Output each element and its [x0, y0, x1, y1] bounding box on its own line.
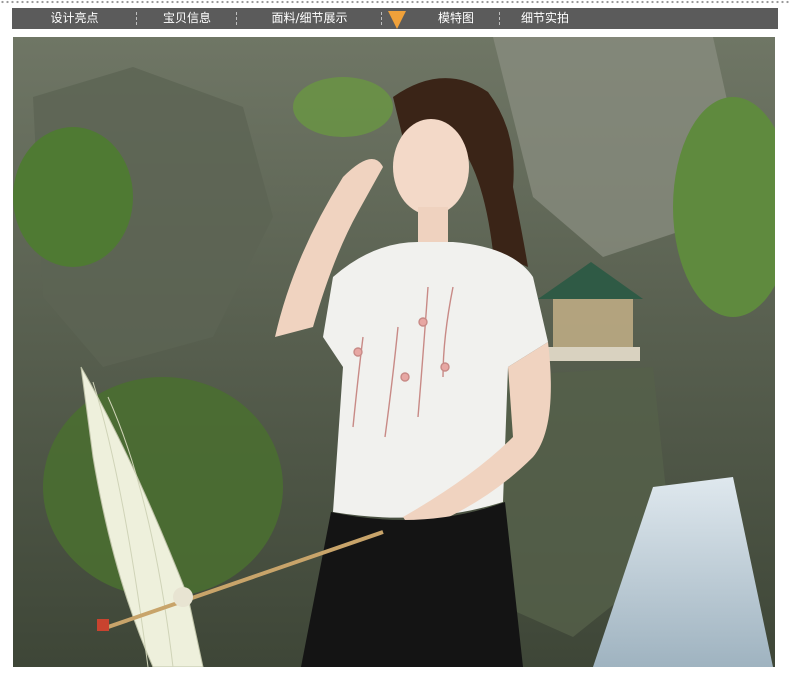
model-photo-illustration	[13, 37, 775, 667]
top-dotted-border	[0, 0, 790, 4]
foliage-top	[293, 77, 393, 137]
nav-item-label: 模特图	[437, 11, 474, 25]
nav-item-detail-shots[interactable]: 细节实拍	[500, 8, 590, 29]
active-indicator-triangle	[388, 11, 406, 29]
nav-item-label: 细节实拍	[520, 11, 569, 25]
nav-item-label: 设计亮点	[50, 11, 99, 25]
nav-item-fabric-details[interactable]: 面料/细节展示	[237, 8, 382, 29]
section-nav-bar: 设计亮点 宝贝信息 面料/细节展示 模特图 细节实拍	[12, 8, 778, 29]
nav-item-model-photos[interactable]: 模特图	[382, 8, 500, 29]
nav-item-design-highlights[interactable]: 设计亮点	[12, 8, 137, 29]
neck	[418, 207, 448, 247]
nav-item-label: 宝贝信息	[162, 11, 211, 25]
foliage-left	[13, 127, 133, 267]
model-photo	[13, 37, 775, 667]
nav-item-product-info[interactable]: 宝贝信息	[137, 8, 237, 29]
face	[393, 119, 469, 215]
black-skirt	[301, 502, 523, 667]
nav-item-label: 面料/细节展示	[271, 11, 348, 25]
